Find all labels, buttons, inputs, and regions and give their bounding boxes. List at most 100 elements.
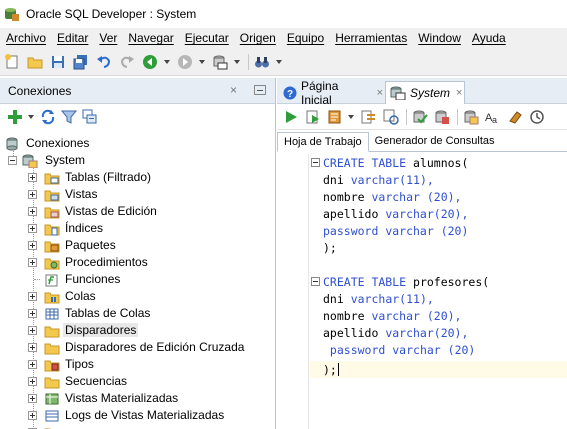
expand-toggle-icon[interactable] [28,207,37,216]
sql-editor[interactable]: CREATE TABLE alumnos( dni varchar (11), n… [277,154,567,429]
tab-generador-de-consultas[interactable]: Generador de Consultas [369,131,501,151]
minimize-icon[interactable] [254,85,266,95]
collapse-all-icon[interactable] [81,108,99,126]
tab-pagina-inicial[interactable]: ? Página Inicial × [279,79,383,107]
to-upper-lower-icon[interactable]: Aa [483,107,503,127]
menu-ayuda[interactable]: Ayuda [468,31,510,45]
menu-herramientas[interactable]: Herramientas [331,31,411,45]
expand-toggle-icon[interactable] [28,377,37,386]
add-connection-icon[interactable] [6,108,24,126]
tree-guide-line [34,279,40,280]
autotrace-icon[interactable] [325,107,345,127]
toolbar-separator [406,108,407,125]
collapse-toggle-icon[interactable] [8,156,17,165]
save-all-icon[interactable] [71,52,91,72]
code-line: ); [323,361,339,378]
expand-toggle-icon[interactable] [28,411,37,420]
code-text: (20), [419,308,462,323]
expand-toggle-icon[interactable] [28,241,37,250]
history-clock-icon[interactable] [527,107,547,127]
tab-system[interactable]: System × [385,81,465,104]
close-icon[interactable]: × [456,87,462,99]
sql-worksheet-icon [390,86,406,101]
tables-folder-icon [44,171,60,185]
expand-toggle-icon[interactable] [28,343,37,352]
code-identifier: dni [323,291,351,306]
back-arrow-icon[interactable] [140,52,160,72]
menu-ver[interactable]: Ver [95,31,121,45]
clear-eraser-icon[interactable] [505,107,525,127]
code-line: dni varchar (11), [323,171,434,188]
worksheet-toolbar: Aa [277,104,567,130]
help-icon: ? [283,86,297,100]
expand-toggle-icon[interactable] [28,190,37,199]
tree-node-label: Disparadores [63,323,139,337]
code-text: (11), [399,172,434,187]
code-text: (11), [399,291,434,306]
add-connection-dropdown-chevron-icon[interactable] [27,107,35,127]
forward-arrow-icon[interactable] [175,52,195,72]
tab-hoja-de-trabajo[interactable]: Hoja de Trabajo [277,132,369,152]
code-line: password varchar (20) [323,341,475,358]
menu-archivo[interactable]: Archivo [2,31,50,45]
code-line: password varchar (20) [323,222,468,239]
run-script-icon[interactable] [303,107,323,127]
rollback-icon[interactable] [432,107,452,127]
expand-toggle-icon[interactable] [28,326,37,335]
code-line: CREATE TABLE alumnos( [323,154,468,171]
views-folder-icon [44,188,60,202]
back-dropdown-chevron-icon[interactable] [163,52,171,72]
binoculars-icon[interactable] [252,52,272,72]
close-icon[interactable]: × [377,87,383,99]
code-type: varchar [371,308,420,323]
tree-node-label: Tipos [65,357,94,371]
expand-toggle-icon[interactable] [28,360,37,369]
unshared-worksheet-icon[interactable] [461,107,481,127]
editioning-views-folder-icon [44,205,60,219]
code-identifier: nombre [323,308,372,323]
menu-ejecutar[interactable]: Ejecutar [181,31,233,45]
fold-toggle-icon[interactable] [311,158,320,167]
queues-folder-icon [44,290,60,304]
crossedition-triggers-folder-icon [44,341,60,355]
tree-node-label: Secuencias [65,374,128,388]
menu-origen[interactable]: Origen [236,31,280,45]
fold-toggle-icon[interactable] [311,277,320,286]
save-icon[interactable] [48,52,68,72]
code-text: profesores( [406,274,490,289]
autotrace-dropdown-chevron-icon[interactable] [347,107,355,127]
code-identifier: apellido [323,206,386,221]
undo-icon[interactable] [94,52,114,72]
menu-window[interactable]: Window [414,31,465,45]
new-file-icon[interactable] [2,52,22,72]
run-statement-icon[interactable] [281,107,301,127]
expand-toggle-icon[interactable] [28,309,37,318]
sql-tuning-icon[interactable] [381,107,401,127]
sql-dropdown-chevron-icon[interactable] [233,52,241,72]
expand-toggle-icon[interactable] [28,292,37,301]
menu-equipo[interactable]: Equipo [283,31,328,45]
code-type: varchar [350,172,400,187]
code-keyword: CREATE TABLE [323,274,407,289]
menu-navegar[interactable]: Navegar [124,31,177,45]
open-folder-icon[interactable] [25,52,45,72]
code-keyword: CREATE TABLE [323,155,407,170]
filter-icon[interactable] [60,108,78,126]
window-title: Oracle SQL Developer : System [26,7,197,21]
expand-toggle-icon[interactable] [28,173,37,182]
close-icon[interactable]: × [230,83,237,97]
menu-editar[interactable]: Editar [53,31,92,45]
current-line-highlight [310,361,567,378]
line-gutter [277,154,309,429]
expand-toggle-icon[interactable] [28,394,37,403]
refresh-icon[interactable] [39,108,57,126]
expand-toggle-icon[interactable] [28,224,37,233]
sequences-folder-icon [44,375,60,389]
commit-icon[interactable] [410,107,430,127]
explain-plan-icon[interactable] [359,107,379,127]
redo-icon[interactable] [117,52,137,72]
expand-toggle-icon[interactable] [28,258,37,267]
sql-database-icon[interactable] [210,52,230,72]
forward-dropdown-chevron-icon[interactable] [198,52,206,72]
binoculars-dropdown-chevron-icon[interactable] [275,52,283,72]
